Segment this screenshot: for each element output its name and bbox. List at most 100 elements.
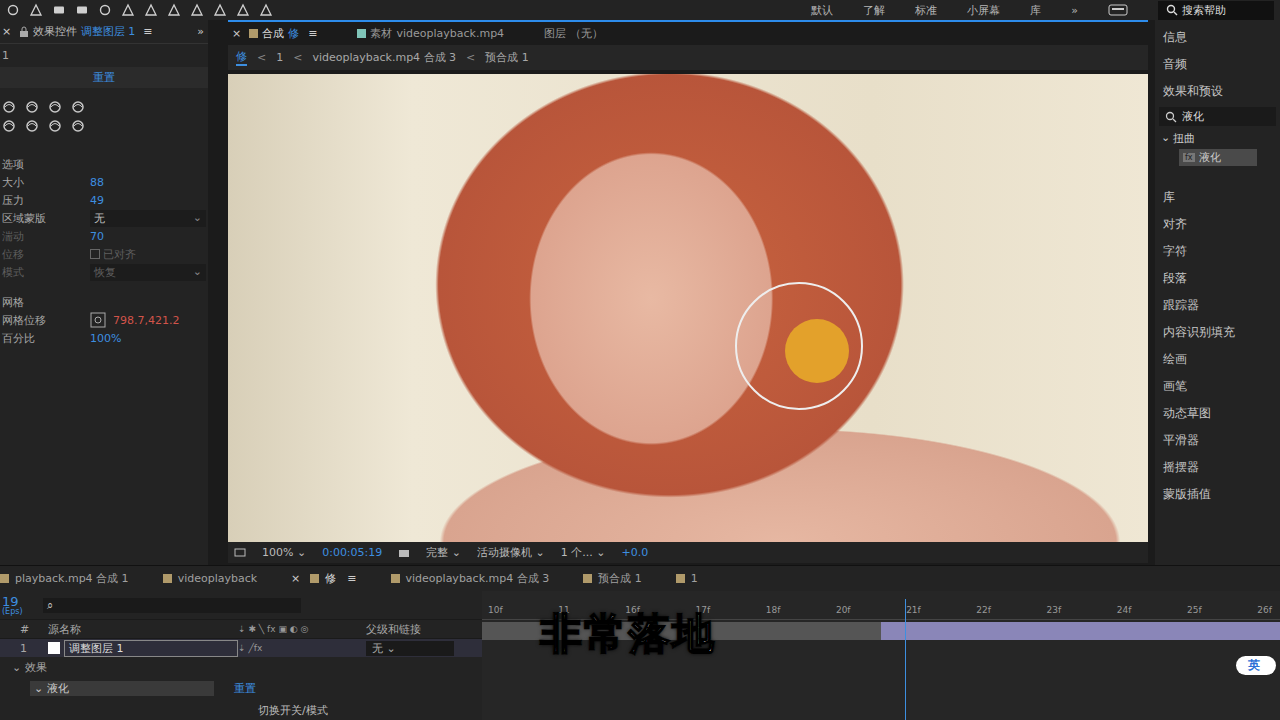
property-point[interactable]: 798.7,421.2 [90, 312, 179, 328]
property-value[interactable]: 100% [90, 332, 121, 345]
liquify-tool-icon[interactable] [2, 100, 16, 114]
panel-item[interactable]: 字符 [1155, 238, 1280, 265]
panel-item[interactable]: 绘画 [1155, 346, 1280, 373]
liquify-tool-icon[interactable] [25, 119, 39, 133]
roto-icon[interactable] [236, 3, 250, 17]
property-value[interactable]: 49 [90, 194, 104, 207]
exposure-value[interactable]: +0.0 [621, 546, 648, 559]
crosshair-icon[interactable] [90, 312, 106, 328]
time-row: 19(Eps) ⌕ [0, 591, 482, 619]
reset-button[interactable]: 重置 [93, 71, 115, 84]
camera-dropdown[interactable]: 活动摄像机 ⌄ [477, 545, 545, 560]
panel-item[interactable]: 动态草图 [1155, 400, 1280, 427]
breadcrumb: 修<1<videoplayback.mp4 合成 3<预合成 1 [228, 45, 1148, 70]
viewer-tab[interactable]: 素材 videoplayback.mp4 [357, 26, 504, 41]
liquify-tool-icon[interactable] [71, 119, 85, 133]
layer-label: 1 [0, 44, 208, 67]
expand-button[interactable]: » [197, 25, 204, 38]
resolution-dropdown[interactable]: 完整 ⌄ [426, 545, 461, 560]
views-dropdown[interactable]: 1 个... ⌄ [561, 545, 606, 560]
workspace-tab[interactable]: 了解 [863, 3, 885, 18]
panel-title: 效果控件 调整图层 1 [33, 24, 135, 39]
snapshot-icon[interactable] [398, 547, 410, 559]
side-panels: 信息音频效果和预设液化 ⌄扭曲fx液化库对齐字符段落跟踪器内容识别填充绘画画笔动态… [1155, 20, 1280, 565]
panel-item[interactable]: 信息 [1155, 24, 1280, 51]
ellipse-icon[interactable] [98, 3, 112, 17]
liquify-tool-icon[interactable] [48, 119, 62, 133]
effect-item[interactable]: fx液化 [1179, 149, 1257, 166]
layer-row[interactable]: 1调整图层 1⇣ ╱fx无 ⌄ [0, 638, 482, 657]
workspace-tab[interactable]: 库 [1030, 3, 1041, 18]
effects-search-field[interactable]: 液化 [1159, 107, 1276, 126]
panel-item[interactable]: 段落 [1155, 265, 1280, 292]
panel-item[interactable]: 蒙版插值 [1155, 481, 1280, 508]
property-label: 大小 [2, 175, 90, 190]
property-row: 选项 [0, 155, 208, 173]
stamp-icon[interactable] [190, 3, 204, 17]
timeline-tab[interactable]: 预合成 1 [583, 571, 642, 586]
timeline-tab[interactable]: playback.mp4 合成 1 [0, 571, 129, 586]
property-dropdown[interactable]: 恢复⌄ [90, 264, 206, 281]
rotate-icon[interactable] [29, 3, 43, 17]
viewer-tab[interactable]: ×合成 修≡ [232, 26, 317, 41]
panel-item[interactable]: 音频 [1155, 51, 1280, 78]
current-time[interactable]: 0:00:05:19 [322, 546, 382, 559]
panel-item[interactable]: 效果和预设 [1155, 78, 1280, 105]
monitor-icon[interactable] [234, 547, 246, 559]
timeline-tab[interactable]: videoplayback [163, 572, 257, 585]
property-dropdown[interactable]: 无⌄ [90, 210, 206, 227]
playhead[interactable] [905, 599, 906, 720]
timeline-tab[interactable]: videoplayback.mp4 合成 3 [391, 571, 550, 586]
breadcrumb-item[interactable]: 预合成 1 [485, 50, 529, 65]
panel-item[interactable]: 画笔 [1155, 373, 1280, 400]
pin-icon[interactable] [259, 3, 273, 17]
property-value[interactable]: 88 [90, 176, 104, 189]
breadcrumb-item[interactable]: 1 [276, 51, 283, 64]
workspace-tab[interactable]: 标准 [915, 3, 937, 18]
zoom-dropdown[interactable]: 100% ⌄ [262, 546, 306, 559]
property-value[interactable]: 70 [90, 230, 104, 243]
effect-category[interactable]: ⌄扭曲 [1155, 128, 1280, 149]
property-label: 网格位移 [2, 313, 90, 328]
effect-row[interactable]: ⌄ 液化重置 [0, 678, 482, 699]
panel-item[interactable]: 平滑器 [1155, 427, 1280, 454]
liquify-tool-icon[interactable] [71, 100, 85, 114]
brush-icon[interactable] [167, 3, 181, 17]
viewer-tab[interactable]: 图层 （无） [544, 26, 603, 41]
panel-menu-button[interactable]: ≡ [143, 25, 152, 38]
close-button[interactable]: × [2, 25, 11, 38]
workspace-tab[interactable]: 默认 [811, 3, 833, 18]
panel-item[interactable]: 库 [1155, 184, 1280, 211]
more-workspaces-button[interactable]: » [1071, 4, 1078, 17]
ime-indicator[interactable]: 英 [1236, 656, 1276, 675]
panel-item[interactable]: 跟踪器 [1155, 292, 1280, 319]
text-icon[interactable] [144, 3, 158, 17]
breadcrumb-item[interactable]: 修 [236, 49, 247, 66]
liquify-tool-icon[interactable] [25, 100, 39, 114]
effects-group[interactable]: ⌄ 效果 [0, 657, 482, 678]
panel-item[interactable]: 内容识别填充 [1155, 319, 1280, 346]
camera-icon[interactable] [52, 3, 66, 17]
workspace-tab[interactable]: 小屏幕 [967, 3, 1000, 18]
keyboard-icon[interactable] [1108, 4, 1128, 16]
search-icon[interactable] [6, 3, 20, 17]
pen-icon[interactable] [121, 3, 135, 17]
breadcrumb-item[interactable]: videoplayback.mp4 合成 3 [312, 50, 456, 65]
panel-item[interactable]: 摇摆器 [1155, 454, 1280, 481]
timeline-tab[interactable]: ×修≡ [291, 571, 356, 586]
property-label: 区域蒙版 [2, 211, 90, 226]
property-row: 位移已对齐 [0, 245, 208, 263]
property-checkbox[interactable]: 已对齐 [90, 247, 136, 262]
lock-icon[interactable] [18, 26, 30, 38]
pan-icon[interactable] [75, 3, 89, 17]
panel-item[interactable]: 对齐 [1155, 211, 1280, 238]
timeline-tab[interactable]: 1 [676, 572, 698, 585]
eraser-icon[interactable] [213, 3, 227, 17]
layer-search-field[interactable]: ⌕ [43, 598, 301, 613]
liquify-tool-icon[interactable] [48, 100, 62, 114]
help-search-field[interactable]: 搜索帮助 [1158, 1, 1274, 20]
video-frame[interactable] [228, 74, 1148, 542]
toggle-modes-button[interactable]: 切换开关/模式 [0, 701, 482, 720]
liquify-tool-icon[interactable] [2, 119, 16, 133]
current-frame[interactable]: 19(Eps) [2, 595, 23, 616]
